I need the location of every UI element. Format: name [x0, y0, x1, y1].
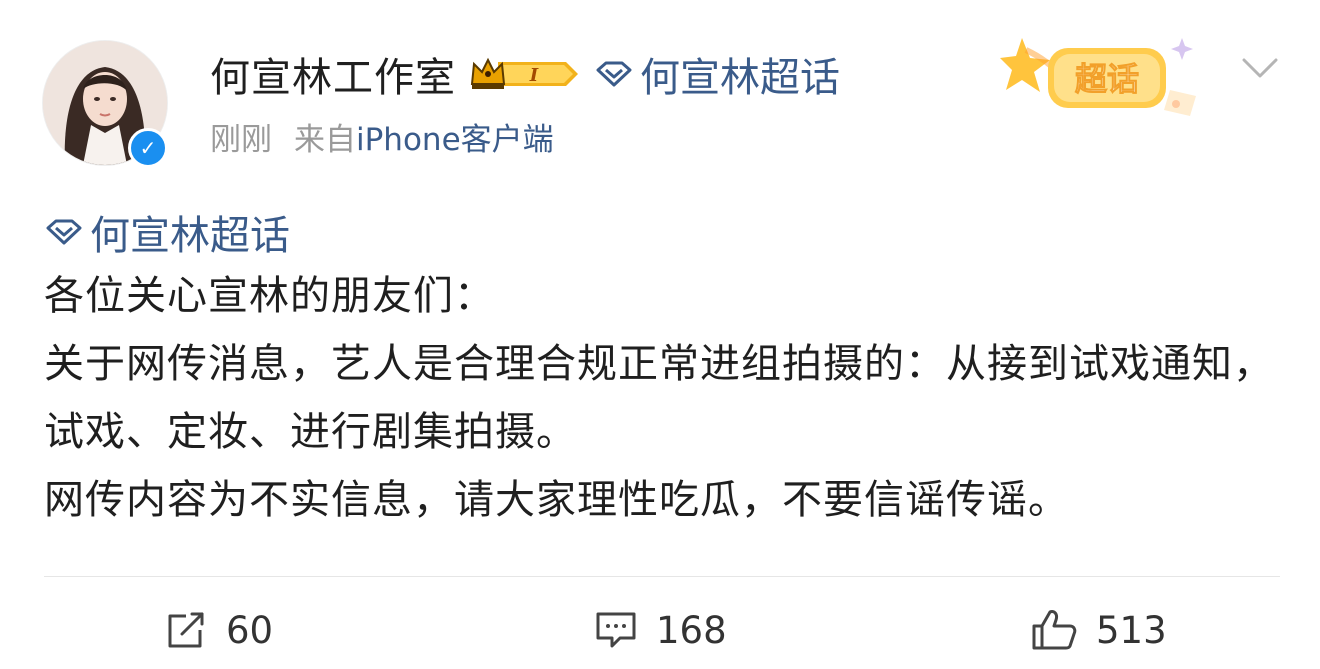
repost-icon: [168, 612, 204, 648]
repost-count: 60: [226, 608, 274, 652]
repost-button[interactable]: 60: [164, 600, 273, 660]
post-paragraph: 网传内容为不实信息，请大家理性吃瓜，不要信谣传谣。: [44, 477, 1069, 523]
comment-icon: [596, 612, 636, 648]
supertopic-sticker-icon[interactable]: 超话: [1000, 28, 1220, 128]
post-paragraph: 关于网传消息，艺人是合理合规正常进组拍摄的：从接到试戏通知，试戏、定妆、进行剧集…: [44, 341, 1274, 455]
comment-count: 168: [656, 608, 727, 652]
author-name-row: 何宣林工作室 I 何宣林超话: [210, 46, 840, 102]
post-topic-tag[interactable]: 何宣林超话: [44, 202, 1284, 262]
topic-diamond-icon: [46, 219, 82, 245]
supertopic-link-text[interactable]: 何宣林超话: [640, 45, 840, 103]
action-bar: 60 168 513: [0, 600, 1320, 660]
verified-icon: ✓: [128, 128, 168, 168]
vip-level-text: I: [529, 65, 539, 86]
chevron-down-icon[interactable]: [1240, 52, 1280, 84]
post-time: 刚刚: [210, 122, 272, 158]
post-meta: 刚刚 来自 iPhone客户端: [210, 114, 554, 159]
like-button[interactable]: 513: [1030, 600, 1167, 660]
author-name[interactable]: 何宣林工作室: [210, 45, 456, 103]
supertopic-diamond-icon: [596, 61, 632, 87]
source-device[interactable]: iPhone客户端: [356, 114, 554, 159]
source-prefix: 来自: [294, 122, 356, 158]
sticker-text: 超话: [1075, 60, 1139, 98]
divider: [44, 576, 1280, 577]
post-topic-tag-text[interactable]: 何宣林超话: [90, 203, 290, 261]
comment-button[interactable]: 168: [594, 600, 727, 660]
post-body: 何宣林超话 各位关心宣林的朋友们： 关于网传消息，艺人是合理合规正常进组拍摄的：…: [44, 202, 1284, 534]
like-count: 513: [1096, 608, 1167, 652]
vip-badge-icon[interactable]: I: [468, 54, 580, 94]
thumbs-up-icon: [1032, 610, 1077, 650]
post-paragraph: 各位关心宣林的朋友们：: [44, 273, 495, 319]
supertopic-link[interactable]: 何宣林超话: [594, 45, 840, 103]
